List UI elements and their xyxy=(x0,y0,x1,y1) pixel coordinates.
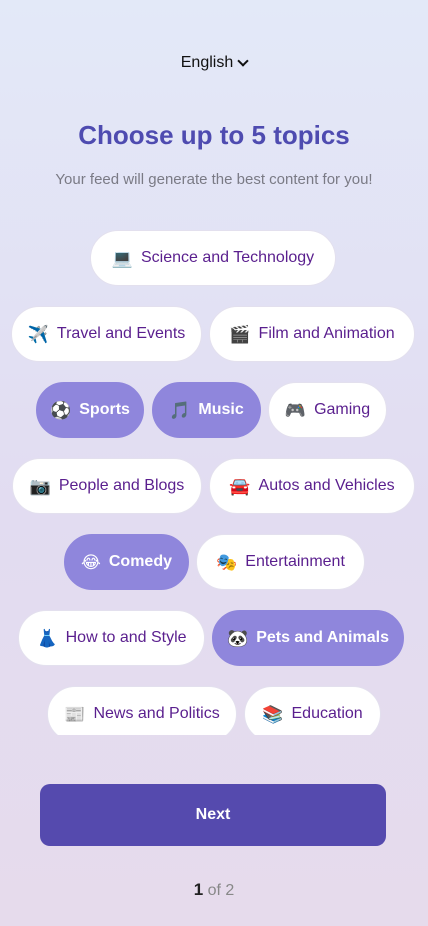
clapperboard-icon: 🎬 xyxy=(229,324,251,344)
topic-chip[interactable]: 🎵 Music xyxy=(152,382,261,438)
page-title: Choose up to 5 topics xyxy=(78,120,350,150)
topic-label: Education xyxy=(291,705,363,722)
newspaper-icon: 📰 xyxy=(64,704,86,724)
topic-chip[interactable]: ⚽ Sports xyxy=(36,382,144,438)
topic-chip[interactable]: 👗 How to and Style xyxy=(18,610,205,666)
page-subtitle: Your feed will generate the best content… xyxy=(55,171,373,188)
topic-chip[interactable]: 🚘 Autos and Vehicles xyxy=(209,458,415,514)
topic-label: Comedy xyxy=(108,553,172,570)
page-current: 1 xyxy=(193,880,204,899)
topic-label: News and Politics xyxy=(93,705,220,722)
music-note-icon: 🎵 xyxy=(169,400,191,420)
topic-label: Film and Animation xyxy=(258,325,395,342)
topic-chip[interactable]: 📷 People and Blogs xyxy=(12,458,202,514)
topic-label: Pets and Animals xyxy=(256,629,389,646)
topic-label: How to and Style xyxy=(65,629,187,646)
game-controller-icon: 🎮 xyxy=(284,400,307,420)
topic-chip[interactable]: 😂 Comedy xyxy=(64,534,189,590)
topic-chip[interactable]: 📚 Education xyxy=(244,686,381,735)
chevron-down-icon xyxy=(237,54,249,67)
topic-list: 💻 Science and Technology ✈️ Travel and E… xyxy=(0,230,428,735)
topic-chip[interactable]: ✈️ Travel and Events xyxy=(11,306,202,362)
topic-label: Entertainment xyxy=(245,553,345,570)
topic-label: People and Blogs xyxy=(58,477,185,494)
dress-icon: 👗 xyxy=(36,628,58,648)
laptop-icon: 💻 xyxy=(111,248,133,268)
next-button[interactable]: Next xyxy=(40,784,386,846)
car-icon: 🚘 xyxy=(229,476,251,496)
language-selector[interactable]: English xyxy=(0,54,428,72)
camera-icon: 📷 xyxy=(29,476,51,496)
topic-chip[interactable]: 🎬 Film and Animation xyxy=(209,306,415,362)
topic-chip[interactable]: 💻 Science and Technology xyxy=(90,230,336,286)
topic-chip[interactable]: 🎮 Gaming xyxy=(268,382,387,438)
laughing-face-icon: 😂 xyxy=(81,552,101,572)
topic-label: Gaming xyxy=(314,401,371,418)
page-indicator: 1 of 2 xyxy=(0,880,428,900)
topic-chip[interactable]: 🎭 Entertainment xyxy=(196,534,365,590)
panda-icon: 🐼 xyxy=(227,628,249,648)
soccer-ball-icon: ⚽ xyxy=(50,400,72,420)
topic-label: Autos and Vehicles xyxy=(258,477,395,494)
topic-label: Travel and Events xyxy=(56,325,186,342)
books-icon: 📚 xyxy=(262,704,284,724)
topic-label: Music xyxy=(198,401,244,418)
topic-chip[interactable]: 📰 News and Politics xyxy=(47,686,237,735)
page-total: of 2 xyxy=(207,882,235,899)
topic-label: Sports xyxy=(79,401,130,418)
topic-label: Science and Technology xyxy=(141,249,315,266)
airplane-icon: ✈️ xyxy=(27,324,49,344)
theater-masks-icon: 🎭 xyxy=(216,552,238,572)
topic-chip[interactable]: 🐼 Pets and Animals xyxy=(212,610,404,666)
language-label: English xyxy=(180,54,234,71)
